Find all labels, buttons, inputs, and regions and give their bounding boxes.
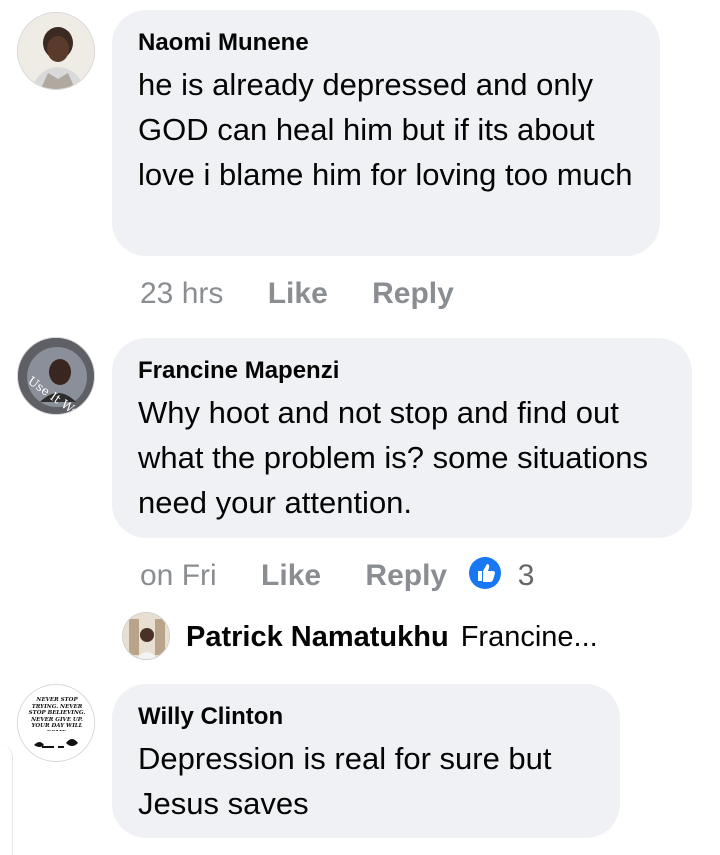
reply-button[interactable]: Reply: [372, 274, 454, 314]
comment-bubble: Willy Clinton Depression is real for sur…: [112, 684, 620, 838]
comment-bubble: Francine Mapenzi Why hoot and not stop a…: [112, 338, 692, 538]
panel-edge: [0, 745, 13, 855]
comment-timestamp[interactable]: 23 hrs: [140, 274, 223, 314]
profile-photo-icon: [18, 13, 94, 89]
comment-text: Depression is real for sure but Jesus sa…: [138, 741, 552, 821]
reply-snippet[interactable]: Francine...: [461, 621, 598, 653]
profile-photo-icon: [123, 613, 169, 659]
avatar-willy-clinton[interactable]: NEVER STOP TRYING. NEVER STOP BELIEVING.…: [17, 684, 95, 762]
reaction-summary[interactable]: 3: [469, 556, 534, 596]
reply-button[interactable]: Reply: [365, 556, 447, 596]
comment-bubble: Naomi Munene he is already depressed and…: [112, 10, 660, 256]
comment-actions: on Fri Like Reply 3: [140, 556, 534, 596]
avatar-patrick-namatukhu[interactable]: [122, 612, 170, 660]
thumbs-up-icon: [469, 557, 502, 589]
reply-author-line: Patrick Namatukhu Francine...: [186, 618, 598, 656]
avatar-text: NEVER STOP TRYING. NEVER STOP BELIEVING.…: [28, 697, 86, 731]
reaction-count: 3: [517, 559, 535, 592]
comment-text: he is already depressed and only GOD can…: [138, 67, 633, 192]
comment-actions: 23 hrs Like Reply: [140, 274, 454, 314]
comment-text: Why hoot and not stop and find out what …: [138, 395, 649, 520]
comment-timestamp[interactable]: on Fri: [140, 556, 217, 596]
avatar-naomi-munene[interactable]: [17, 12, 95, 90]
like-button[interactable]: Like: [261, 556, 321, 596]
like-button[interactable]: Like: [268, 274, 328, 314]
reply-author[interactable]: Patrick Namatukhu: [186, 621, 449, 653]
comment-author[interactable]: Francine Mapenzi: [138, 356, 668, 386]
comment-author[interactable]: Willy Clinton: [138, 702, 596, 732]
avatar-francine-mapenzi[interactable]: Use It Well: [17, 337, 95, 415]
comment-author[interactable]: Naomi Munene: [138, 28, 636, 58]
profile-photo-icon: NEVER STOP TRYING. NEVER STOP BELIEVING.…: [18, 685, 94, 761]
profile-photo-icon: Use It Well: [18, 338, 94, 414]
